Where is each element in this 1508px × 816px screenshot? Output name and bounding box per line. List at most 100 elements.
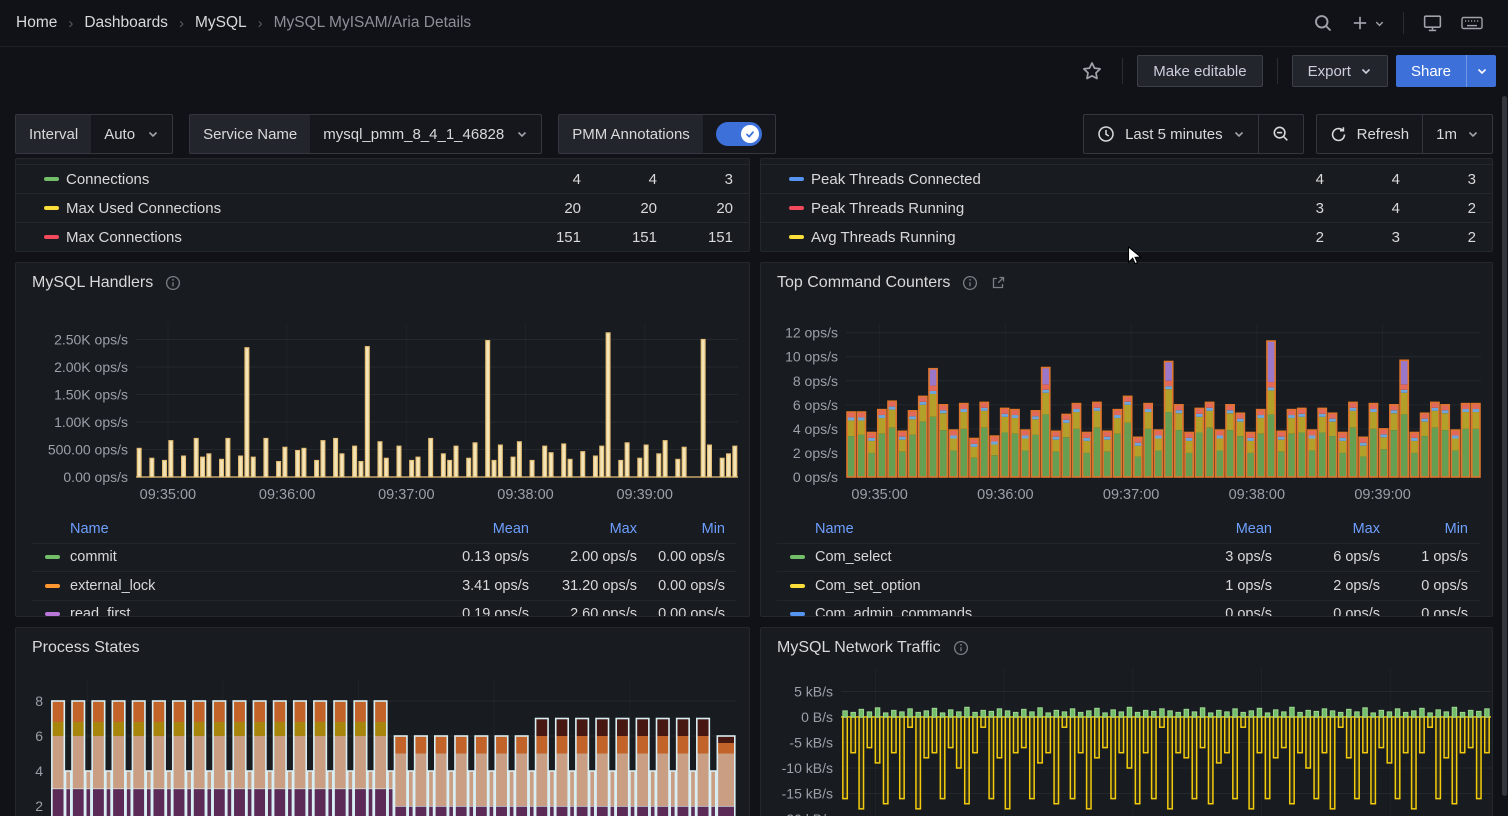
chevron-down-icon [147,128,159,140]
table-row[interactable]: Peak Threads Running342 [761,193,1492,222]
connections-table-panel: Connections443Max Used Connections202020… [15,158,750,252]
svg-text:12 ops/s: 12 ops/s [785,325,838,341]
series-swatch [45,612,60,616]
table-row[interactable]: Max Used Connections202020 [16,193,749,222]
chevron-down-icon [1360,65,1372,77]
pmm-annotations-label: PMM Annotations [559,115,703,153]
table-row[interactable]: Avg Threads Running232 [761,222,1492,251]
chevron-down-icon [1374,18,1385,29]
mysql-handlers-chart[interactable]: 0.00 ops/s500.00 ops/s1.00K ops/s1.50K o… [16,303,750,515]
scrollbar-thumb[interactable] [1502,96,1507,796]
series-value: 2 [1248,229,1324,246]
series-swatch [44,206,59,210]
chevron-down-icon [516,128,528,140]
legend-row[interactable]: external_lock3.41 ops/s31.20 ops/s0.00 o… [32,572,737,601]
refresh-button[interactable]: Refresh [1317,115,1423,153]
table-row[interactable]: Peak Threads Connected443 [761,164,1492,193]
series-label: read_first [70,606,130,616]
series-value: 4 [581,171,657,188]
panel-title: Top Command Counters [777,274,950,292]
series-max: 6 ops/s [1284,549,1392,565]
chevron-down-icon [1233,128,1245,140]
svg-text:09:39:00: 09:39:00 [616,487,672,503]
legend-row[interactable]: read_first0.19 ops/s2.60 ops/s0.00 ops/s [32,601,737,617]
breadcrumb-home[interactable]: Home [16,14,57,32]
breadcrumb-mysql[interactable]: MySQL [195,14,247,32]
export-button[interactable]: Export [1292,55,1388,87]
keyboard-shortcuts-icon[interactable] [1452,5,1492,41]
series-mean: 3.41 ops/s [423,578,541,594]
page-scrollbar[interactable] [1501,0,1508,816]
top-command-counters-panel: Top Command Counters 0 ops/s2 ops/s4 ops… [760,262,1493,617]
series-max: 0 ops/s [1284,606,1392,616]
svg-text:09:35:00: 09:35:00 [140,487,196,503]
svg-text:09:37:00: 09:37:00 [378,487,434,503]
star-favorite-icon[interactable] [1076,55,1108,87]
series-max: 2.00 ops/s [541,549,649,565]
breadcrumb-dashboards[interactable]: Dashboards [84,14,168,32]
series-label: Com_select [815,549,892,565]
kiosk-monitor-icon[interactable] [1413,6,1452,41]
table-row[interactable]: Max Connections151151151 [16,222,749,251]
svg-text:2.00K ops/s: 2.00K ops/s [54,359,128,375]
series-value: 151 [505,229,581,246]
series-label: Com_admin_commands [815,606,972,616]
panel-title: MySQL Handlers [32,274,153,292]
svg-text:6: 6 [35,728,43,744]
time-picker-control: Last 5 minutes [1083,114,1304,154]
interval-label: Interval [16,115,91,153]
series-value: 3 [1248,200,1324,217]
table-row[interactable]: Connections443 [16,164,749,193]
svg-text:-15 kB/s: -15 kB/s [782,786,833,802]
panel-header: Top Command Counters [761,263,1492,303]
add-new-button[interactable] [1342,7,1394,39]
svg-text:09:35:00: 09:35:00 [851,487,907,503]
series-value: 4 [505,171,581,188]
legend-row[interactable]: Com_set_option1 ops/s2 ops/s0 ops/s [777,572,1480,601]
info-icon[interactable] [165,275,181,291]
panel-title: Process States [32,639,140,657]
time-range-picker[interactable]: Last 5 minutes [1084,115,1258,153]
make-editable-button[interactable]: Make editable [1137,55,1262,87]
zoom-out-time-button[interactable] [1258,115,1303,153]
series-label: commit [70,549,117,565]
top-command-counters-chart[interactable]: 0 ops/s2 ops/s4 ops/s6 ops/s8 ops/s10 op… [761,303,1493,515]
mysql-network-traffic-chart[interactable]: 5 kB/s0 B/s-5 kB/s-10 kB/s-15 kB/s-20 kB… [761,668,1493,816]
series-value: 4 [1248,171,1324,188]
svg-text:-20 kB/s: -20 kB/s [782,811,833,816]
svg-text:10 ops/s: 10 ops/s [785,349,838,365]
series-value: 3 [1324,229,1400,246]
search-icon[interactable] [1304,6,1342,40]
series-swatch [789,235,804,239]
external-link-icon[interactable] [990,275,1006,291]
svg-text:2.50K ops/s: 2.50K ops/s [54,332,128,348]
interval-select[interactable]: Auto [91,115,172,153]
service-name-select[interactable]: mysql_pmm_8_4_1_46828 [310,115,541,153]
info-icon[interactable] [953,640,969,656]
series-swatch [44,235,59,239]
svg-text:5 kB/s: 5 kB/s [794,683,833,699]
svg-text:500.00 ops/s: 500.00 ops/s [48,442,128,458]
svg-text:0.00 ops/s: 0.00 ops/s [63,469,128,485]
legend-row[interactable]: Com_admin_commands0 ops/s0 ops/s0 ops/s [777,601,1480,617]
breadcrumb-separator: › [68,15,73,32]
legend-row[interactable]: commit0.13 ops/s2.00 ops/s0.00 ops/s [32,544,737,573]
series-swatch [45,584,60,588]
refresh-interval-select[interactable]: 1m [1422,115,1492,153]
panel-header: MySQL Network Traffic [761,628,1492,668]
share-button[interactable]: Share [1396,55,1466,87]
series-value: 4 [1324,200,1400,217]
zoom-out-icon [1272,125,1290,143]
share-menu-chevron[interactable] [1466,55,1496,87]
series-value: 4 [1324,171,1400,188]
share-button-group: Share [1396,55,1496,87]
info-icon[interactable] [962,275,978,291]
process-states-chart[interactable]: 2468 [16,668,750,816]
threads-table: Peak Threads Connected443Peak Threads Ru… [761,164,1492,251]
series-label: Max Used Connections [60,200,505,217]
svg-text:6 ops/s: 6 ops/s [793,397,838,413]
top-nav-bar: Home › Dashboards › MySQL › MySQL MyISAM… [0,0,1508,47]
series-value: 20 [505,200,581,217]
pmm-annotations-toggle[interactable] [716,122,762,146]
legend-row[interactable]: Com_select3 ops/s6 ops/s1 ops/s [777,544,1480,573]
